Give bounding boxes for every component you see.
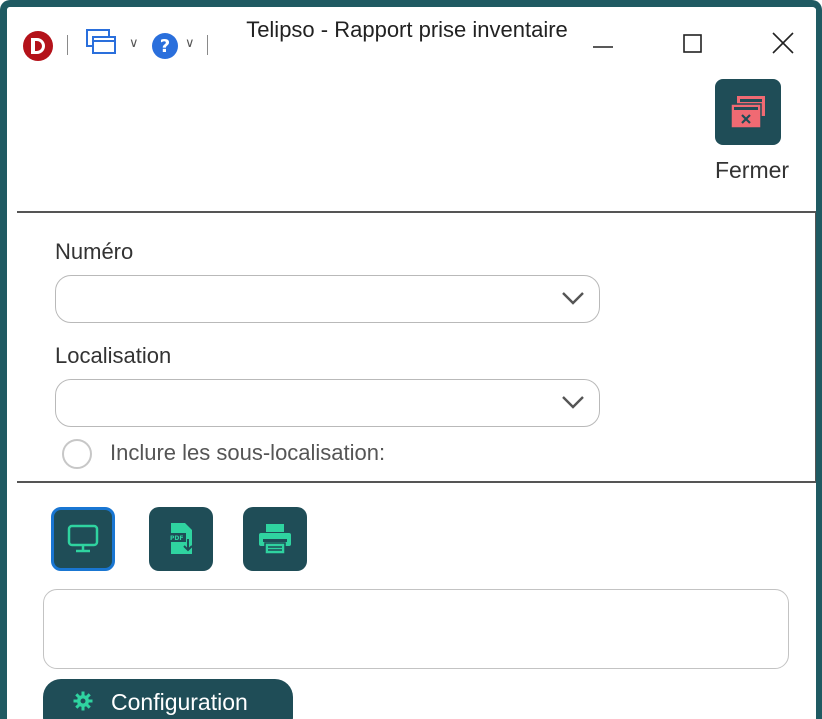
configuration-button[interactable]: Configuration [43, 679, 293, 719]
localisation-select[interactable] [55, 379, 600, 427]
printer-icon [259, 524, 291, 555]
app-window: ∨ ? ∨ Telipso - Rapport prise inventaire… [0, 0, 822, 719]
localisation-label: Localisation [55, 343, 172, 368]
title-bar-separator [67, 35, 68, 55]
close-report-button[interactable] [715, 79, 781, 145]
windows-menu-icon[interactable] [85, 27, 125, 61]
gear-icon [73, 691, 93, 711]
numero-label: Numéro [55, 239, 134, 264]
chevron-down-icon[interactable]: ∨ [185, 35, 195, 51]
minimize-button[interactable] [575, 21, 631, 65]
output-pdf-button[interactable]: PDF [149, 507, 213, 571]
configuration-label: Configuration [111, 689, 248, 715]
output-screen-button[interactable] [51, 507, 115, 571]
monitor-icon [67, 524, 99, 553]
include-sublocations-checkbox[interactable] [62, 439, 92, 469]
pdf-download-icon: PDF [168, 523, 193, 554]
window-close-button[interactable] [755, 21, 811, 65]
output-print-button[interactable] [243, 507, 307, 571]
help-icon[interactable]: ? [152, 33, 178, 59]
title-bar: ∨ ? ∨ Telipso - Rapport prise inventaire [7, 7, 816, 67]
chevron-down-icon[interactable]: ∨ [129, 35, 139, 51]
app-logo-icon[interactable] [23, 31, 53, 61]
window-title: Telipso - Rapport prise inventaire [246, 17, 568, 42]
filter-panel: Numéro Localisation Inclure les sous-loc… [17, 211, 816, 483]
message-area[interactable] [43, 589, 789, 669]
maximize-button[interactable] [665, 21, 721, 65]
include-sublocations-label[interactable]: Inclure les sous-localisation: [110, 440, 440, 466]
chevron-down-icon [562, 292, 584, 305]
numero-select[interactable] [55, 275, 600, 323]
close-report-label[interactable]: Fermer [697, 157, 807, 184]
svg-text:PDF: PDF [170, 535, 183, 542]
close-window-icon [730, 96, 765, 129]
chevron-down-icon [562, 396, 584, 409]
